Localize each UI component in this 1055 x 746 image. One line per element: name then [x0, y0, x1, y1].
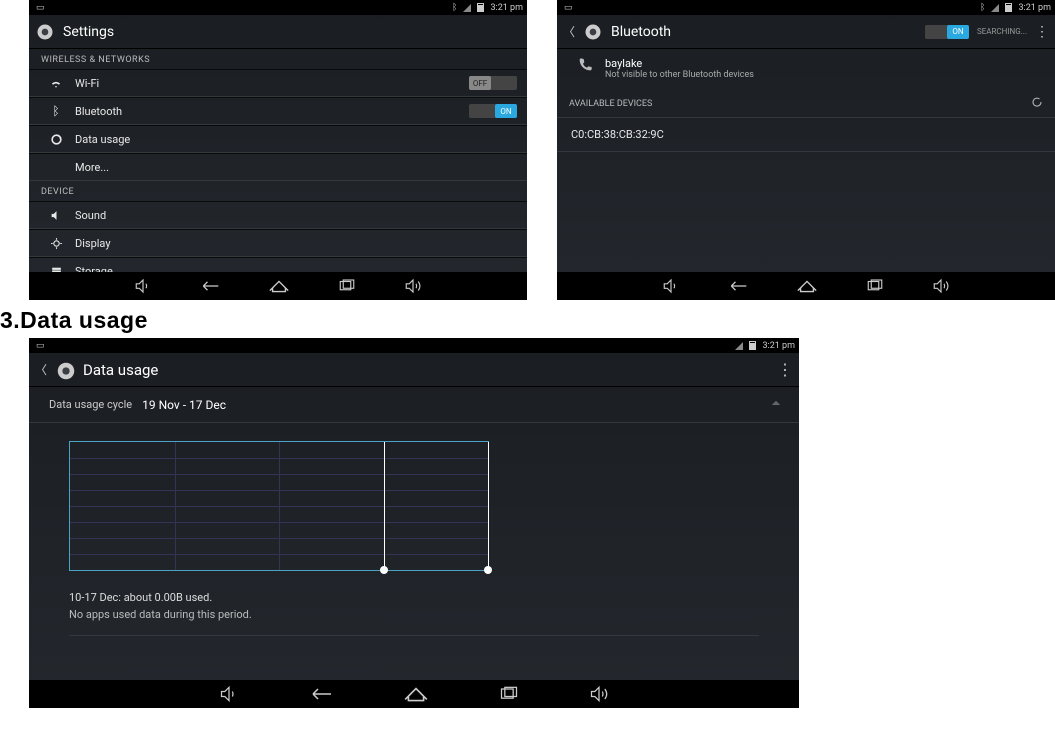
section-heading: 3.Data usage [0, 307, 148, 334]
signal-icon [735, 342, 743, 350]
available-device-row[interactable]: C0:CB:38:CB:32:9C [557, 118, 1055, 152]
screenshot-settings: ▭ ᛒ 3:21 pm Settings WIRELESS & NETWORKS… [29, 0, 527, 300]
divider [69, 635, 759, 636]
bluetooth-icon: ᛒ [47, 104, 65, 118]
device-subtitle: Not visible to other Bluetooth devices [605, 70, 754, 80]
nav-bar [29, 680, 799, 708]
status-notif-icon: ▭ [36, 341, 45, 351]
page-title: Settings [63, 24, 114, 40]
status-bar: ▭ 3:21 pm [29, 338, 799, 353]
cycle-selector[interactable]: Data usage cycle 19 Nov - 17 Dec [29, 387, 799, 423]
nav-back[interactable] [309, 686, 333, 702]
phone-icon [577, 57, 593, 77]
nav-home[interactable] [268, 279, 290, 293]
status-notif-icon: ▭ [564, 3, 573, 13]
page-title: Bluetooth [611, 24, 671, 40]
nav-back[interactable] [200, 279, 220, 293]
status-time: 3:21 pm [762, 341, 795, 351]
my-device-row[interactable]: baylake Not visible to other Bluetooth d… [557, 49, 1055, 88]
nav-recent[interactable] [338, 279, 356, 293]
usage-summary-line1: 10-17 Dec: about 0.00B used. [29, 581, 799, 608]
nav-home[interactable] [403, 686, 429, 702]
range-handle-right[interactable] [484, 566, 492, 574]
row-label: More... [75, 161, 517, 174]
nav-vol-up[interactable] [932, 277, 950, 295]
status-bar: ▭ ᛒ 3:21 pm [557, 0, 1055, 15]
page-title: Data usage [83, 361, 158, 379]
nav-bar [29, 272, 527, 300]
nav-recent[interactable] [866, 279, 884, 293]
available-devices-header: AVAILABLE DEVICES [557, 88, 1055, 118]
usage-summary-line2: No apps used data during this period. [29, 608, 799, 635]
section-device: DEVICE [29, 181, 527, 201]
display-icon [47, 237, 65, 250]
nav-vol-down[interactable] [219, 684, 239, 704]
status-time: 3:21 pm [490, 3, 523, 13]
device-name: baylake [605, 57, 754, 70]
nav-home[interactable] [796, 279, 818, 293]
overflow-menu-icon[interactable]: ⋮ [777, 360, 793, 379]
row-label: Display [75, 237, 517, 250]
status-notif-icon: ▭ [36, 3, 45, 13]
bluetooth-toggle[interactable]: ON [469, 104, 517, 118]
bluetooth-status-icon: ᛒ [980, 3, 985, 13]
nav-back[interactable] [728, 279, 748, 293]
screenshot-datausage: ▭ 3:21 pm 〈 Data usage ⋮ Data usage cycl… [29, 338, 799, 708]
row-label: Data usage [75, 133, 517, 146]
nav-vol-down[interactable] [662, 277, 680, 295]
signal-icon [463, 4, 471, 12]
row-wifi[interactable]: Wi-Fi OFF [29, 69, 527, 97]
row-label: Wi-Fi [75, 77, 469, 90]
wifi-icon [47, 76, 65, 90]
row-more[interactable]: More... [29, 153, 527, 181]
back-chevron-icon[interactable]: 〈 [35, 361, 47, 378]
row-datausage[interactable]: Data usage [29, 125, 527, 153]
bluetooth-master-toggle[interactable]: ON [925, 25, 969, 39]
range-handle-left[interactable] [380, 566, 388, 574]
nav-vol-up[interactable] [404, 277, 422, 295]
section-wireless: WIRELESS & NETWORKS [29, 49, 527, 69]
row-sound[interactable]: Sound [29, 201, 527, 229]
nav-vol-down[interactable] [134, 277, 152, 295]
battery-icon [477, 3, 484, 12]
gear-icon [583, 22, 603, 42]
settings-header: Settings [29, 15, 527, 49]
row-display[interactable]: Display [29, 229, 527, 257]
datausage-icon [47, 133, 65, 146]
bluetooth-status-icon: ᛒ [452, 3, 457, 13]
datausage-header: 〈 Data usage ⋮ [29, 353, 799, 387]
overflow-menu-icon[interactable]: ⋮ [1035, 24, 1049, 40]
usage-chart[interactable] [69, 441, 759, 571]
signal-icon [991, 4, 999, 12]
status-bar: ▭ ᛒ 3:21 pm [29, 0, 527, 15]
screenshot-bluetooth: ▭ ᛒ 3:21 pm 〈 Bluetooth ON SEARCHING... … [557, 0, 1055, 300]
nav-bar [557, 272, 1055, 300]
refresh-spinner-icon [1031, 96, 1043, 111]
back-chevron-icon[interactable]: 〈 [563, 23, 575, 40]
status-time: 3:21 pm [1018, 3, 1051, 13]
cycle-value: 19 Nov - 17 Dec [142, 398, 226, 412]
nav-vol-up[interactable] [589, 684, 609, 704]
row-label: Sound [75, 209, 517, 222]
gear-icon [35, 22, 55, 42]
wifi-toggle[interactable]: OFF [469, 76, 517, 90]
row-label: Bluetooth [75, 105, 469, 118]
sound-icon [47, 209, 65, 222]
battery-icon [1005, 3, 1012, 12]
dropdown-triangle-icon [772, 400, 780, 408]
nav-recent[interactable] [499, 686, 519, 702]
battery-icon [749, 341, 756, 350]
searching-label: SEARCHING... [977, 27, 1027, 36]
cycle-label: Data usage cycle [49, 398, 132, 411]
bluetooth-header: 〈 Bluetooth ON SEARCHING... ⋮ [557, 15, 1055, 49]
row-bluetooth[interactable]: ᛒ Bluetooth ON [29, 97, 527, 125]
gear-icon [55, 360, 75, 380]
